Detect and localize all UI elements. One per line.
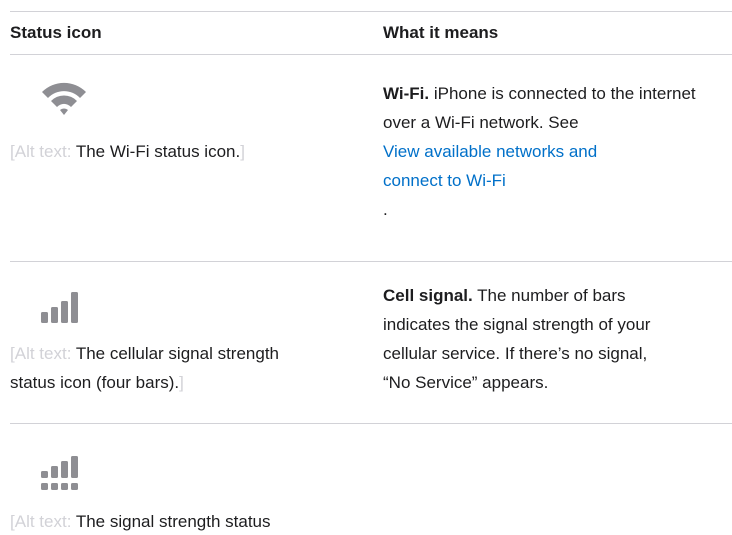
- header-rule: [10, 54, 732, 55]
- alt-close-bracket: ]: [240, 142, 245, 161]
- cellular-signal-icon: [40, 289, 84, 327]
- column-header-status-icon: Status icon: [10, 23, 102, 42]
- cellular-desc-4: “No Service” appears.: [383, 373, 549, 392]
- table-top-rule: [10, 11, 732, 12]
- cellular-desc-2: indicates the signal strength of your: [383, 315, 651, 334]
- wifi-alt-text: [Alt text: The Wi-Fi status icon.]: [10, 137, 245, 166]
- row-rule: [10, 261, 732, 262]
- cellular-alt-text: [Alt text: The cellular signal strength …: [10, 339, 279, 397]
- cellular-desc-1: The number of bars: [472, 286, 626, 305]
- alt-label: Alt text:: [14, 344, 72, 363]
- dual-sim-alt-text: [Alt text: The signal strength status: [10, 507, 271, 535]
- alt-label: Alt text:: [14, 142, 72, 161]
- status-icon-table: Status icon What it means [Alt text: The…: [0, 0, 732, 535]
- cellular-desc-3: cellular service. If there’s no signal,: [383, 344, 648, 363]
- alt-label: Alt text:: [14, 512, 72, 531]
- wifi-title: Wi-Fi.: [383, 84, 430, 103]
- row-rule: [10, 423, 732, 424]
- wifi-icon: [40, 80, 88, 116]
- wifi-period: .: [383, 200, 388, 219]
- alt-description: The signal strength status: [71, 512, 271, 531]
- cellular-description: Cell signal. The number of bars indicate…: [383, 281, 732, 397]
- alt-close-bracket: ]: [179, 373, 184, 392]
- cellular-title: Cell signal.: [383, 286, 473, 305]
- alt-description: The cellular signal strength: [71, 344, 279, 363]
- alt-description: The Wi-Fi status icon.: [71, 142, 241, 161]
- view-networks-link[interactable]: View available networks and: [383, 142, 597, 161]
- column-header-what-it-means: What it means: [383, 23, 499, 42]
- dual-sim-signal-icon: [40, 455, 84, 495]
- wifi-desc: iPhone is connected to the internet over…: [383, 84, 696, 132]
- alt-description-cont: status icon (four bars).: [10, 373, 180, 392]
- wifi-description: Wi-Fi. iPhone is connected to the intern…: [383, 79, 728, 224]
- view-networks-link-cont[interactable]: connect to Wi-Fi: [383, 171, 506, 190]
